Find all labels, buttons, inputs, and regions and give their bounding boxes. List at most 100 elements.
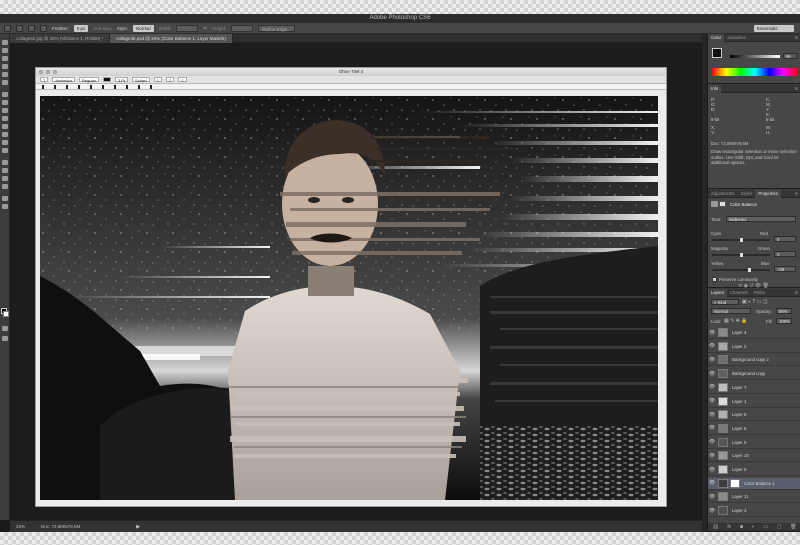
marquee-tool-preset-icon[interactable]	[4, 24, 11, 32]
add-to-selection-icon[interactable]	[28, 24, 35, 32]
add-mask-icon[interactable]: ◙	[740, 524, 743, 530]
style-select[interactable]: Normal	[133, 24, 154, 32]
brush-tool-icon[interactable]	[2, 100, 8, 105]
text-color-swatch[interactable]	[102, 77, 111, 82]
align-left-icon[interactable]: ≡	[153, 77, 162, 83]
layer-thumbnail[interactable]	[718, 492, 728, 502]
clone-stamp-tool-icon[interactable]	[2, 108, 8, 113]
anti-alias-checkbox[interactable]: Anti-alias	[93, 26, 112, 31]
align-center-icon[interactable]: ≡	[165, 77, 175, 83]
move-tool-icon[interactable]	[2, 40, 8, 45]
minimize-window-icon[interactable]	[46, 70, 50, 74]
new-group-icon[interactable]: ▭	[763, 524, 768, 530]
document-tab-2[interactable]: collage4b.psd @ 25% (Color Balance 1, La…	[110, 34, 233, 43]
layer-row[interactable]: 👁 Background copy 2	[708, 354, 800, 367]
tab-paths[interactable]: Paths	[751, 289, 768, 297]
feather-input[interactable]: 0 px	[73, 24, 89, 32]
path-selection-tool-icon[interactable]	[2, 176, 8, 181]
link-layers-icon[interactable]: ⛓	[712, 524, 718, 530]
swap-dimensions-icon[interactable]: ⇄	[203, 25, 207, 31]
cyan-red-value[interactable]: 0	[774, 236, 796, 242]
tab-channels[interactable]: Channels	[727, 289, 751, 297]
properties-panel-menu-icon[interactable]: ≡	[795, 191, 798, 197]
layer-thumbnail[interactable]	[718, 437, 728, 447]
info-panel-menu-icon[interactable]: ≡	[795, 86, 798, 92]
layer-thumbnail[interactable]	[718, 506, 728, 516]
width-input[interactable]	[176, 24, 199, 32]
quick-selection-tool-icon[interactable]	[2, 64, 8, 69]
color-slider-track[interactable]	[730, 55, 780, 58]
layer-thumbnail[interactable]	[718, 478, 728, 488]
close-window-icon[interactable]	[39, 70, 43, 74]
color-value-input[interactable]: 96	[783, 53, 797, 59]
yellow-blue-value[interactable]: +29	[774, 266, 796, 272]
healing-brush-tool-icon[interactable]	[2, 92, 8, 97]
preserve-luminosity-checkbox[interactable]: ✓	[712, 277, 717, 282]
layer-filter-icons[interactable]: ▣ ◐ T ▭ ◫	[742, 299, 768, 305]
fill-input[interactable]: 100%	[776, 318, 792, 324]
layer-thumbnail[interactable]	[718, 465, 728, 474]
magenta-green-value[interactable]: 0	[774, 251, 796, 257]
new-adjustment-icon[interactable]: ◐	[752, 524, 755, 530]
layer-row[interactable]: 👁 Layer 7	[708, 382, 800, 394]
blur-tool-icon[interactable]	[2, 140, 8, 145]
eyedropper-tool-icon[interactable]	[2, 80, 8, 85]
visibility-eye-icon[interactable]: 👁	[708, 508, 716, 514]
pen-tool-icon[interactable]	[2, 160, 8, 165]
history-brush-tool-icon[interactable]	[2, 116, 8, 121]
layer-row[interactable]: 👁 Layer 4	[708, 327, 800, 339]
height-input[interactable]	[231, 24, 254, 32]
visibility-eye-icon[interactable]: 👁	[708, 371, 716, 377]
visibility-eye-icon[interactable]: 👁	[708, 425, 716, 431]
visibility-eye-icon[interactable]: 👁	[708, 439, 716, 445]
tone-select[interactable]: Midtones	[726, 216, 796, 222]
visibility-eye-icon[interactable]: 👁	[708, 398, 716, 404]
layer-mask-icon[interactable]	[719, 201, 726, 207]
layer-row[interactable]: 👁 Layer 11	[708, 491, 800, 504]
background-color-swatch[interactable]	[3, 311, 9, 317]
layer-row[interactable]: 👁 Background copy	[708, 368, 800, 381]
zoom-window-icon[interactable]	[53, 70, 57, 74]
tab-properties[interactable]: Properties	[755, 190, 781, 198]
visibility-eye-icon[interactable]: 👁	[708, 384, 716, 390]
layer-row[interactable]: 👁 Color Balance 1	[708, 477, 800, 490]
layer-row[interactable]: 👁 Layer 2	[708, 341, 800, 353]
crop-tool-icon[interactable]	[2, 72, 8, 77]
layer-thumbnail[interactable]	[718, 451, 728, 461]
layer-row[interactable]: 👁 Layer 6	[708, 423, 800, 435]
layer-thumbnail[interactable]	[718, 410, 728, 420]
layer-thumbnail[interactable]	[718, 423, 728, 433]
color-panel-menu-icon[interactable]: ≡	[795, 35, 798, 41]
visibility-eye-icon[interactable]: 👁	[708, 357, 716, 363]
color-spectrum-ramp[interactable]	[712, 68, 798, 76]
align-right-icon[interactable]: ≡	[178, 77, 187, 83]
quick-mask-icon[interactable]	[2, 326, 8, 331]
visibility-eye-icon[interactable]: 👁	[708, 343, 716, 349]
type-tool-preset-icon[interactable]: T	[40, 77, 49, 83]
visibility-eye-icon[interactable]: 👁	[708, 412, 716, 418]
lock-icons[interactable]: ▦ ✎ ✥ 🔒	[724, 318, 748, 324]
layer-thumbnail[interactable]	[718, 369, 728, 379]
layer-thumbnail[interactable]	[718, 396, 728, 406]
refine-edge-button[interactable]: Refine Edge...	[258, 24, 295, 32]
font-family-select[interactable]: Helvetica	[52, 77, 75, 83]
visibility-eye-icon[interactable]: 👁	[708, 330, 716, 336]
document-size-info[interactable]: Doc: 72,8M/679,6M	[41, 524, 80, 529]
hand-tool-icon[interactable]	[2, 196, 8, 201]
layer-thumbnail[interactable]	[718, 341, 728, 351]
trash-icon[interactable]: 🗑	[790, 524, 796, 530]
new-layer-icon[interactable]: ▢	[777, 524, 782, 530]
type-tool-icon[interactable]	[2, 168, 8, 173]
layer-row[interactable]: 👁 Layer 5	[708, 464, 800, 476]
color-foreground-swatch[interactable]	[712, 48, 722, 58]
status-menu-arrow-icon[interactable]: ▶	[136, 524, 140, 530]
font-style-select[interactable]: Regular	[78, 77, 99, 83]
new-selection-icon[interactable]	[16, 24, 23, 32]
visibility-eye-icon[interactable]: 👁	[708, 494, 716, 500]
document-canvas-image[interactable]	[40, 96, 658, 500]
lasso-tool-icon[interactable]	[2, 56, 8, 61]
layer-row[interactable]: 👁 Layer 10	[708, 450, 800, 463]
marquee-tool-icon[interactable]	[2, 48, 8, 53]
zoom-level[interactable]: 25%	[16, 524, 25, 529]
visibility-eye-icon[interactable]: 👁	[708, 467, 716, 473]
